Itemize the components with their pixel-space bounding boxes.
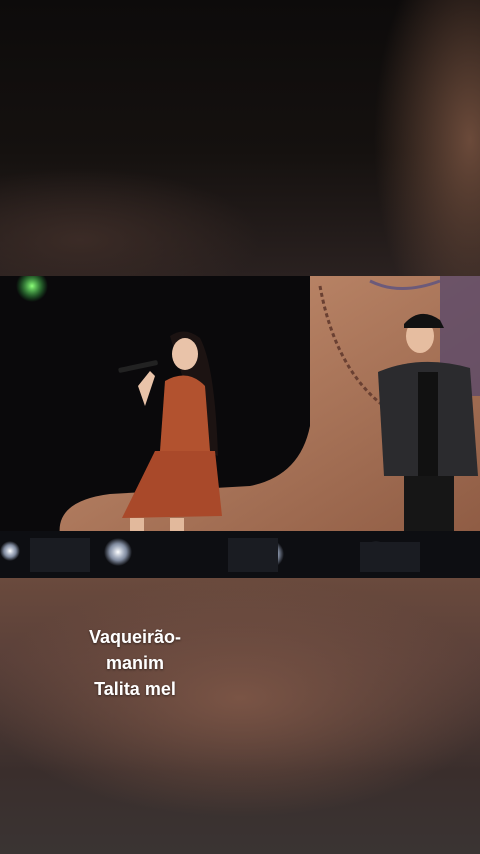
- stage-light: [0, 541, 20, 561]
- video-caption: Vaqueirão- manim Talita mel: [70, 624, 200, 702]
- caption-line: Vaqueirão-: [88, 627, 182, 647]
- concert-scene: [0, 276, 480, 578]
- video-player[interactable]: [0, 276, 480, 578]
- caption-line: Talita mel: [94, 679, 176, 699]
- blurred-background-bottom: [0, 578, 480, 854]
- stage-light: [104, 538, 132, 566]
- caption-line: manim: [105, 653, 165, 673]
- blurred-background-top: [0, 0, 480, 276]
